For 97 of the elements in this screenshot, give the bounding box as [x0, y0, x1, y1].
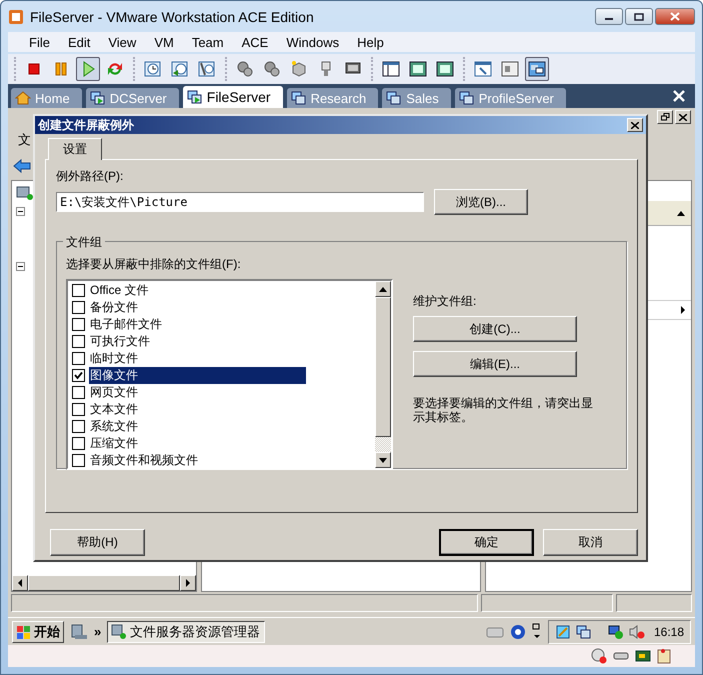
checkbox[interactable] [72, 369, 85, 382]
list-item[interactable]: 备份文件 [89, 299, 139, 316]
edit-button[interactable]: 编辑(E)... [413, 351, 577, 377]
checkbox[interactable] [72, 454, 85, 467]
server-icon [16, 185, 34, 201]
list-item[interactable]: 可执行文件 [89, 333, 151, 350]
hint-text: 要选择要编辑的文件组，请突出显示其标签。 [413, 397, 593, 425]
minimize-button[interactable] [595, 8, 623, 25]
menu-item[interactable]: 文 [18, 131, 31, 149]
menu-item[interactable]: View [99, 34, 146, 50]
app-icon [8, 8, 24, 24]
back-arrow-icon[interactable] [13, 158, 31, 174]
menu-item[interactable]: Edit [58, 34, 100, 50]
scroll-down-button[interactable] [375, 452, 391, 468]
list-item[interactable]: 系统文件 [89, 418, 139, 435]
menu-item[interactable]: Help [348, 34, 393, 50]
more-button[interactable]: » [94, 624, 102, 639]
checkbox[interactable] [72, 284, 85, 297]
cancel-button[interactable]: 取消 [543, 529, 638, 556]
checkbox[interactable] [72, 386, 85, 399]
server-icon [111, 624, 128, 640]
small-windows-icon[interactable] [532, 622, 542, 640]
path-field[interactable]: E:\安装文件\Picture [56, 192, 424, 212]
note-icon[interactable] [657, 648, 671, 664]
vm-icon [90, 90, 106, 106]
right-arrow-icon[interactable] [681, 306, 685, 314]
ok-button[interactable]: 确定 [439, 529, 534, 556]
restore-icon [660, 113, 670, 121]
menu-item[interactable]: VM [145, 34, 183, 50]
up-arrow-icon[interactable] [677, 210, 685, 216]
team-icon [290, 90, 307, 106]
checkbox[interactable] [72, 403, 85, 416]
dialog-title: 创建文件屏蔽例外 [38, 116, 135, 134]
start-button[interactable]: 开始 [12, 620, 64, 642]
list-item[interactable]: 音频文件和视频文件 [89, 452, 199, 469]
cd-icon[interactable] [591, 648, 607, 664]
browse-button[interactable]: 浏览(B)... [434, 189, 528, 215]
scrollbar-thumb[interactable] [28, 575, 180, 591]
checkbox[interactable] [72, 420, 85, 433]
down-arrow-icon [379, 458, 387, 462]
checkbox[interactable] [72, 437, 85, 450]
maintain-label: 维护文件组: [413, 293, 478, 310]
up-arrow-icon [379, 286, 387, 292]
team-icon [458, 90, 475, 106]
list-item[interactable]: 压缩文件 [89, 435, 139, 452]
group-title: 文件组 [63, 234, 105, 251]
menu-item[interactable]: File [20, 34, 59, 50]
scroll-up-button[interactable] [375, 281, 391, 297]
list-item[interactable]: 临时文件 [89, 350, 139, 367]
window-title: FileServer - VMware Workstation ACE Edition [30, 8, 315, 24]
vm-icon [186, 89, 203, 105]
path-label: 例外路径(P): [56, 168, 124, 185]
list-item[interactable]: Office 文件 [89, 282, 150, 299]
left-arrow-icon [17, 579, 23, 587]
checkbox[interactable] [72, 301, 85, 314]
list-item[interactable]: 网页文件 [89, 384, 139, 401]
team-icon [386, 90, 402, 106]
maximize-icon [634, 12, 644, 20]
list-item[interactable]: 文本文件 [89, 401, 139, 418]
list-item[interactable]: 电子邮件文件 [89, 316, 163, 333]
scroll-right-button[interactable] [180, 575, 196, 591]
menu-item[interactable]: ACE [232, 34, 278, 50]
clock: 16:18 [654, 624, 684, 638]
collapse-icon[interactable] [16, 207, 25, 216]
right-arrow-icon [185, 579, 191, 587]
drive-icon[interactable] [613, 651, 629, 661]
house-icon [15, 90, 31, 106]
vm-tab[interactable]: FileServer [182, 86, 283, 108]
menu-item[interactable]: Windows [277, 34, 348, 50]
create-button[interactable]: 创建(C)... [413, 316, 577, 342]
list-item[interactable]: 图像文件 [89, 367, 306, 384]
vm-icon[interactable] [576, 624, 592, 640]
scrollbar-thumb[interactable] [375, 297, 391, 437]
network-icon[interactable] [608, 624, 624, 640]
collapse-icon[interactable] [16, 262, 25, 271]
close-icon [631, 122, 639, 128]
checkbox[interactable] [72, 352, 85, 365]
close-icon[interactable] [673, 90, 685, 102]
network-card-icon[interactable] [635, 650, 651, 662]
taskbar-button[interactable]: 文件服务器资源管理器 [107, 620, 266, 642]
restore-button[interactable] [657, 110, 673, 124]
play-icon[interactable] [76, 57, 100, 81]
checkbox[interactable] [72, 318, 85, 331]
help-button[interactable]: 帮助(H) [50, 529, 145, 556]
scroll-left-button[interactable] [12, 575, 28, 591]
maximize-button[interactable] [625, 8, 653, 25]
close-icon [670, 12, 680, 21]
list-label: 选择要从屏蔽中排除的文件组(F): [66, 257, 241, 271]
close-icon [679, 114, 687, 120]
tab[interactable]: 设置 [48, 138, 102, 160]
windows-icon[interactable] [525, 57, 549, 81]
server-icon[interactable] [70, 622, 88, 640]
help-icon[interactable] [510, 624, 526, 640]
muted-speaker-icon[interactable] [628, 624, 645, 640]
checkbox[interactable] [72, 335, 85, 348]
menu-item[interactable]: Team [182, 34, 233, 50]
flag-icon [16, 624, 32, 640]
